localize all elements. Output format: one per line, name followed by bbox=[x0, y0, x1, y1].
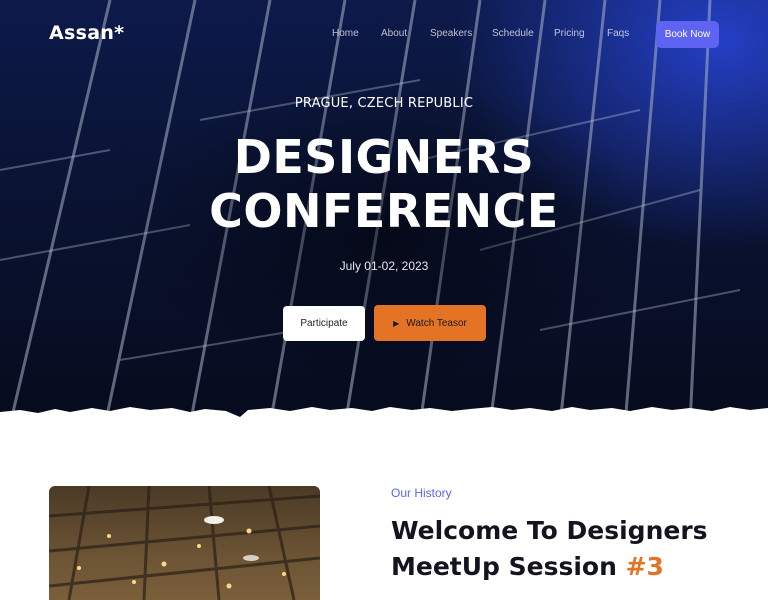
section-label: Our History bbox=[391, 486, 452, 500]
play-icon: ▶ bbox=[393, 318, 400, 328]
watch-teaser-label: Watch Teasor bbox=[406, 317, 467, 329]
nav-item-faqs[interactable]: Faqs bbox=[607, 28, 629, 39]
nav-item-about[interactable]: About bbox=[381, 28, 407, 39]
hero-title: DESIGNERS CONFERENCE bbox=[0, 130, 768, 238]
section-title-line2-text: MeetUp Session bbox=[391, 552, 626, 581]
nav-item-speakers[interactable]: Speakers bbox=[430, 28, 472, 39]
hero-location: PRAGUE, CZECH REPUBLIC bbox=[294, 96, 474, 111]
section-title-line2: MeetUp Session #3 bbox=[391, 549, 731, 585]
nav-item-pricing[interactable]: Pricing bbox=[554, 28, 585, 39]
hero-title-line1: DESIGNERS bbox=[233, 130, 535, 184]
section-title: Welcome To Designers MeetUp Session #3 bbox=[391, 513, 731, 585]
torn-edge-divider bbox=[0, 407, 768, 430]
venue-photo-pattern bbox=[49, 486, 320, 600]
nav-item-home[interactable]: Home bbox=[332, 28, 359, 39]
session-number: #3 bbox=[625, 552, 664, 581]
main-nav: Home About Speakers Schedule Pricing Faq… bbox=[0, 28, 768, 42]
section-title-line1: Welcome To Designers bbox=[391, 516, 708, 545]
hero-date: July 01-02, 2023 bbox=[339, 259, 429, 273]
participate-button[interactable]: Participate bbox=[283, 306, 365, 341]
hero-title-line2: CONFERENCE bbox=[209, 184, 559, 238]
watch-teaser-button[interactable]: ▶ Watch Teasor bbox=[374, 305, 486, 341]
nav-item-schedule[interactable]: Schedule bbox=[492, 28, 534, 39]
book-now-button[interactable]: Book Now bbox=[656, 21, 719, 48]
venue-photo bbox=[49, 486, 320, 600]
